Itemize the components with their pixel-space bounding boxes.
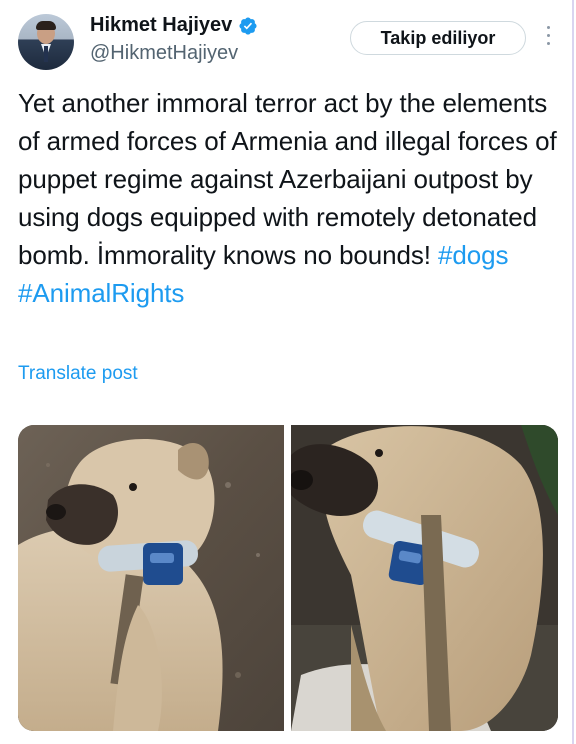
dog-photo-left[interactable] [18, 425, 284, 731]
verified-badge-icon [239, 16, 257, 35]
post-media [18, 425, 558, 731]
dog-photo-right[interactable] [291, 425, 558, 731]
right-edge-divider [572, 0, 574, 744]
author-name[interactable]: Hikmet Hajiyev [90, 14, 232, 37]
author-name-row: Hikmet Hajiyev [90, 14, 258, 37]
following-button[interactable]: Takip ediliyor [350, 21, 526, 55]
post-text: Yet another immoral terror act by the el… [18, 84, 563, 312]
post-header: Hikmet Hajiyev @HikmetHajiyev Takip edil… [18, 12, 558, 72]
translate-post-link[interactable]: Translate post [18, 363, 138, 385]
author-handle[interactable]: @HikmetHajiyev [90, 42, 238, 65]
more-vertical-icon[interactable] [544, 26, 552, 50]
avatar[interactable] [18, 14, 74, 70]
